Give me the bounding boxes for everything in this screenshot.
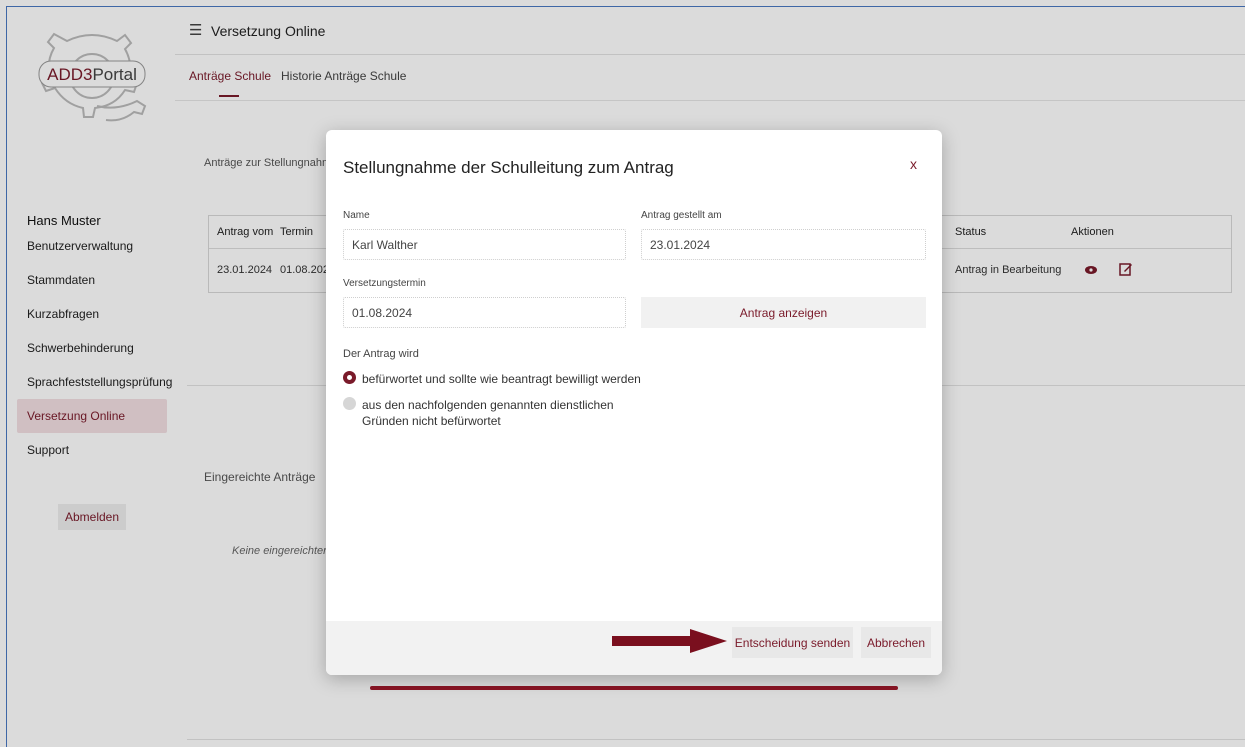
radio-reject-label: aus den nachfolgenden genannten dienstli… [362,398,614,428]
arrow-right-icon [612,629,727,653]
name-label: Name [343,210,370,221]
dialog-title: Stellungnahme der Schulleitung zum Antra… [343,158,674,177]
submitted-date-label: Antrag gestellt am [641,210,722,221]
dialog-footer: Entscheidung senden Abbrechen [326,621,942,675]
decision-label: Der Antrag wird [343,348,419,360]
radio-option-reject[interactable]: aus den nachfolgenden genannten dienstli… [343,397,643,431]
radio-reject[interactable] [343,397,356,410]
transfer-date-field[interactable] [343,297,626,328]
radio-approve-label: befürwortet und sollte wie beantragt bew… [362,372,641,386]
send-decision-button[interactable]: Entscheidung senden [732,627,853,658]
radio-option-approve[interactable]: befürwortet und sollte wie beantragt bew… [343,371,643,387]
submitted-date-field[interactable] [641,229,926,260]
close-button[interactable]: x [910,156,917,172]
statement-dialog: Stellungnahme der Schulleitung zum Antra… [326,130,942,675]
name-field[interactable] [343,229,626,260]
modal-accent-edge [370,686,898,690]
radio-approve[interactable] [343,371,356,384]
cancel-button[interactable]: Abbrechen [861,627,931,658]
transfer-date-label: Versetzungstermin [343,278,426,289]
show-request-button[interactable]: Antrag anzeigen [641,297,926,328]
